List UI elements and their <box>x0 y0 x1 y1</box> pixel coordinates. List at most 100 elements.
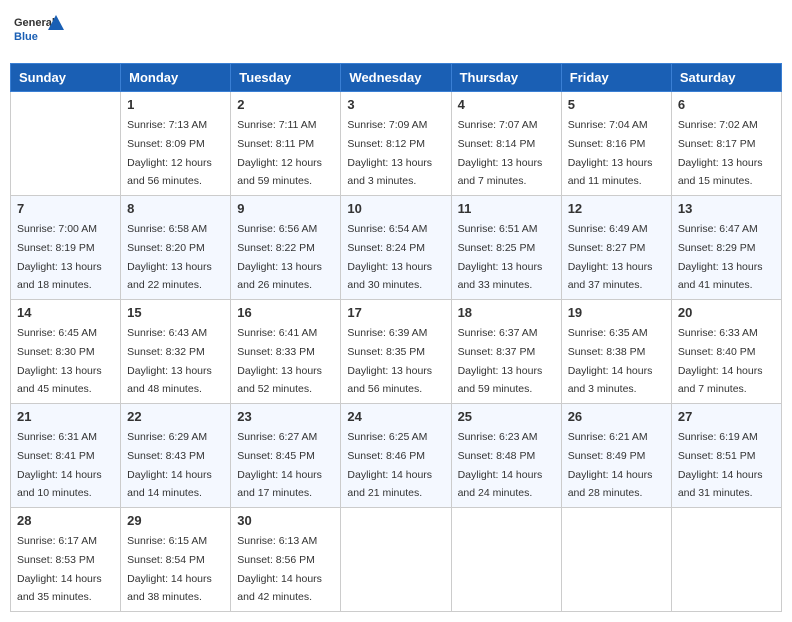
calendar-week-row: 14 Sunrise: 6:45 AMSunset: 8:30 PMDaylig… <box>11 300 782 404</box>
calendar-cell: 25 Sunrise: 6:23 AMSunset: 8:48 PMDaylig… <box>451 404 561 508</box>
weekday-header-sunday: Sunday <box>11 64 121 92</box>
day-info: Sunrise: 7:11 AMSunset: 8:11 PMDaylight:… <box>237 119 322 187</box>
calendar-cell: 18 Sunrise: 6:37 AMSunset: 8:37 PMDaylig… <box>451 300 561 404</box>
day-info: Sunrise: 6:29 AMSunset: 8:43 PMDaylight:… <box>127 431 212 499</box>
day-number: 3 <box>347 97 444 112</box>
calendar-cell: 14 Sunrise: 6:45 AMSunset: 8:30 PMDaylig… <box>11 300 121 404</box>
calendar-cell: 15 Sunrise: 6:43 AMSunset: 8:32 PMDaylig… <box>121 300 231 404</box>
calendar-cell: 16 Sunrise: 6:41 AMSunset: 8:33 PMDaylig… <box>231 300 341 404</box>
day-number: 26 <box>568 409 665 424</box>
day-number: 24 <box>347 409 444 424</box>
calendar-week-row: 21 Sunrise: 6:31 AMSunset: 8:41 PMDaylig… <box>11 404 782 508</box>
calendar-cell: 23 Sunrise: 6:27 AMSunset: 8:45 PMDaylig… <box>231 404 341 508</box>
calendar-cell <box>561 508 671 612</box>
day-info: Sunrise: 6:35 AMSunset: 8:38 PMDaylight:… <box>568 327 653 395</box>
calendar-cell: 28 Sunrise: 6:17 AMSunset: 8:53 PMDaylig… <box>11 508 121 612</box>
day-number: 17 <box>347 305 444 320</box>
day-number: 27 <box>678 409 775 424</box>
calendar-cell: 19 Sunrise: 6:35 AMSunset: 8:38 PMDaylig… <box>561 300 671 404</box>
day-number: 8 <box>127 201 224 216</box>
day-info: Sunrise: 6:49 AMSunset: 8:27 PMDaylight:… <box>568 223 653 291</box>
day-number: 12 <box>568 201 665 216</box>
day-info: Sunrise: 6:37 AMSunset: 8:37 PMDaylight:… <box>458 327 543 395</box>
day-info: Sunrise: 6:17 AMSunset: 8:53 PMDaylight:… <box>17 535 102 603</box>
day-number: 23 <box>237 409 334 424</box>
day-info: Sunrise: 7:02 AMSunset: 8:17 PMDaylight:… <box>678 119 763 187</box>
day-info: Sunrise: 6:21 AMSunset: 8:49 PMDaylight:… <box>568 431 653 499</box>
day-number: 28 <box>17 513 114 528</box>
day-number: 22 <box>127 409 224 424</box>
day-number: 13 <box>678 201 775 216</box>
day-number: 10 <box>347 201 444 216</box>
day-info: Sunrise: 6:47 AMSunset: 8:29 PMDaylight:… <box>678 223 763 291</box>
calendar-cell: 8 Sunrise: 6:58 AMSunset: 8:20 PMDayligh… <box>121 196 231 300</box>
weekday-header-monday: Monday <box>121 64 231 92</box>
calendar-cell: 9 Sunrise: 6:56 AMSunset: 8:22 PMDayligh… <box>231 196 341 300</box>
day-info: Sunrise: 7:00 AMSunset: 8:19 PMDaylight:… <box>17 223 102 291</box>
day-number: 18 <box>458 305 555 320</box>
calendar-cell: 22 Sunrise: 6:29 AMSunset: 8:43 PMDaylig… <box>121 404 231 508</box>
calendar-week-row: 7 Sunrise: 7:00 AMSunset: 8:19 PMDayligh… <box>11 196 782 300</box>
day-number: 15 <box>127 305 224 320</box>
day-info: Sunrise: 6:43 AMSunset: 8:32 PMDaylight:… <box>127 327 212 395</box>
day-info: Sunrise: 7:04 AMSunset: 8:16 PMDaylight:… <box>568 119 653 187</box>
day-info: Sunrise: 6:19 AMSunset: 8:51 PMDaylight:… <box>678 431 763 499</box>
calendar-cell: 2 Sunrise: 7:11 AMSunset: 8:11 PMDayligh… <box>231 92 341 196</box>
day-number: 30 <box>237 513 334 528</box>
day-number: 20 <box>678 305 775 320</box>
day-number: 16 <box>237 305 334 320</box>
day-number: 5 <box>568 97 665 112</box>
day-info: Sunrise: 6:56 AMSunset: 8:22 PMDaylight:… <box>237 223 322 291</box>
day-info: Sunrise: 6:54 AMSunset: 8:24 PMDaylight:… <box>347 223 432 291</box>
calendar-cell: 13 Sunrise: 6:47 AMSunset: 8:29 PMDaylig… <box>671 196 781 300</box>
calendar-cell <box>451 508 561 612</box>
day-info: Sunrise: 7:09 AMSunset: 8:12 PMDaylight:… <box>347 119 432 187</box>
day-info: Sunrise: 6:13 AMSunset: 8:56 PMDaylight:… <box>237 535 322 603</box>
day-number: 1 <box>127 97 224 112</box>
calendar-cell: 21 Sunrise: 6:31 AMSunset: 8:41 PMDaylig… <box>11 404 121 508</box>
weekday-header-tuesday: Tuesday <box>231 64 341 92</box>
day-info: Sunrise: 6:58 AMSunset: 8:20 PMDaylight:… <box>127 223 212 291</box>
day-number: 2 <box>237 97 334 112</box>
calendar-cell <box>11 92 121 196</box>
weekday-header-saturday: Saturday <box>671 64 781 92</box>
day-number: 4 <box>458 97 555 112</box>
calendar-table: SundayMondayTuesdayWednesdayThursdayFrid… <box>10 63 782 612</box>
weekday-header-row: SundayMondayTuesdayWednesdayThursdayFrid… <box>11 64 782 92</box>
calendar-week-row: 1 Sunrise: 7:13 AMSunset: 8:09 PMDayligh… <box>11 92 782 196</box>
day-number: 9 <box>237 201 334 216</box>
calendar-cell: 30 Sunrise: 6:13 AMSunset: 8:56 PMDaylig… <box>231 508 341 612</box>
weekday-header-wednesday: Wednesday <box>341 64 451 92</box>
logo: General Blue <box>14 10 64 55</box>
day-info: Sunrise: 6:33 AMSunset: 8:40 PMDaylight:… <box>678 327 763 395</box>
calendar-cell: 24 Sunrise: 6:25 AMSunset: 8:46 PMDaylig… <box>341 404 451 508</box>
day-info: Sunrise: 7:13 AMSunset: 8:09 PMDaylight:… <box>127 119 212 187</box>
day-number: 25 <box>458 409 555 424</box>
calendar-cell <box>341 508 451 612</box>
svg-text:Blue: Blue <box>14 31 38 43</box>
calendar-cell: 5 Sunrise: 7:04 AMSunset: 8:16 PMDayligh… <box>561 92 671 196</box>
svg-text:General: General <box>14 17 55 29</box>
day-info: Sunrise: 7:07 AMSunset: 8:14 PMDaylight:… <box>458 119 543 187</box>
calendar-cell: 26 Sunrise: 6:21 AMSunset: 8:49 PMDaylig… <box>561 404 671 508</box>
calendar-cell: 1 Sunrise: 7:13 AMSunset: 8:09 PMDayligh… <box>121 92 231 196</box>
day-info: Sunrise: 6:45 AMSunset: 8:30 PMDaylight:… <box>17 327 102 395</box>
day-number: 6 <box>678 97 775 112</box>
day-number: 21 <box>17 409 114 424</box>
day-info: Sunrise: 6:15 AMSunset: 8:54 PMDaylight:… <box>127 535 212 603</box>
calendar-cell: 3 Sunrise: 7:09 AMSunset: 8:12 PMDayligh… <box>341 92 451 196</box>
day-number: 19 <box>568 305 665 320</box>
calendar-cell: 6 Sunrise: 7:02 AMSunset: 8:17 PMDayligh… <box>671 92 781 196</box>
weekday-header-friday: Friday <box>561 64 671 92</box>
calendar-week-row: 28 Sunrise: 6:17 AMSunset: 8:53 PMDaylig… <box>11 508 782 612</box>
day-info: Sunrise: 6:39 AMSunset: 8:35 PMDaylight:… <box>347 327 432 395</box>
logo-svg: General Blue <box>14 10 64 55</box>
day-number: 29 <box>127 513 224 528</box>
day-info: Sunrise: 6:25 AMSunset: 8:46 PMDaylight:… <box>347 431 432 499</box>
header: General Blue <box>10 10 782 55</box>
calendar-cell: 4 Sunrise: 7:07 AMSunset: 8:14 PMDayligh… <box>451 92 561 196</box>
calendar-cell: 27 Sunrise: 6:19 AMSunset: 8:51 PMDaylig… <box>671 404 781 508</box>
day-number: 14 <box>17 305 114 320</box>
day-info: Sunrise: 6:31 AMSunset: 8:41 PMDaylight:… <box>17 431 102 499</box>
calendar-cell: 7 Sunrise: 7:00 AMSunset: 8:19 PMDayligh… <box>11 196 121 300</box>
